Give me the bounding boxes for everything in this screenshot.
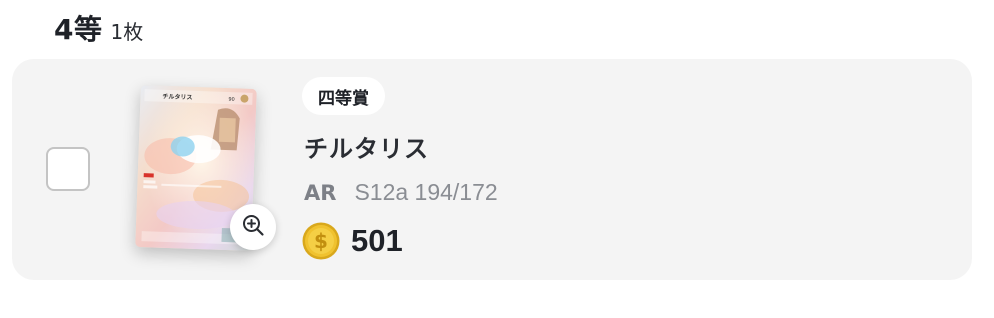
card-meta: AR S12a 194/172 — [304, 179, 498, 206]
points: $ 501 — [302, 222, 403, 260]
zoom-in-icon — [241, 213, 265, 241]
coin-icon: $ — [302, 222, 340, 260]
tier-count: 1枚 — [110, 20, 144, 44]
tier-title: 4等 — [54, 13, 103, 46]
card-image-hp: 90 — [228, 97, 235, 103]
card-name: チルタリス — [304, 135, 429, 163]
tier-header: 4等 1枚 — [54, 8, 143, 48]
card-image-name: チルタリス — [162, 92, 192, 101]
card-rarity: AR — [304, 181, 337, 205]
select-checkbox[interactable] — [46, 147, 90, 191]
points-value: 501 — [351, 223, 403, 258]
zoom-button[interactable] — [230, 204, 276, 250]
card-set-number: S12a 194/172 — [354, 179, 498, 205]
prize-row[interactable]: チルタリス 90 四等賞 チルタリス AR S12a 194/172 $ 501 — [12, 59, 972, 280]
svg-text:$: $ — [314, 229, 328, 253]
rank-badge: 四等賞 — [302, 77, 385, 115]
